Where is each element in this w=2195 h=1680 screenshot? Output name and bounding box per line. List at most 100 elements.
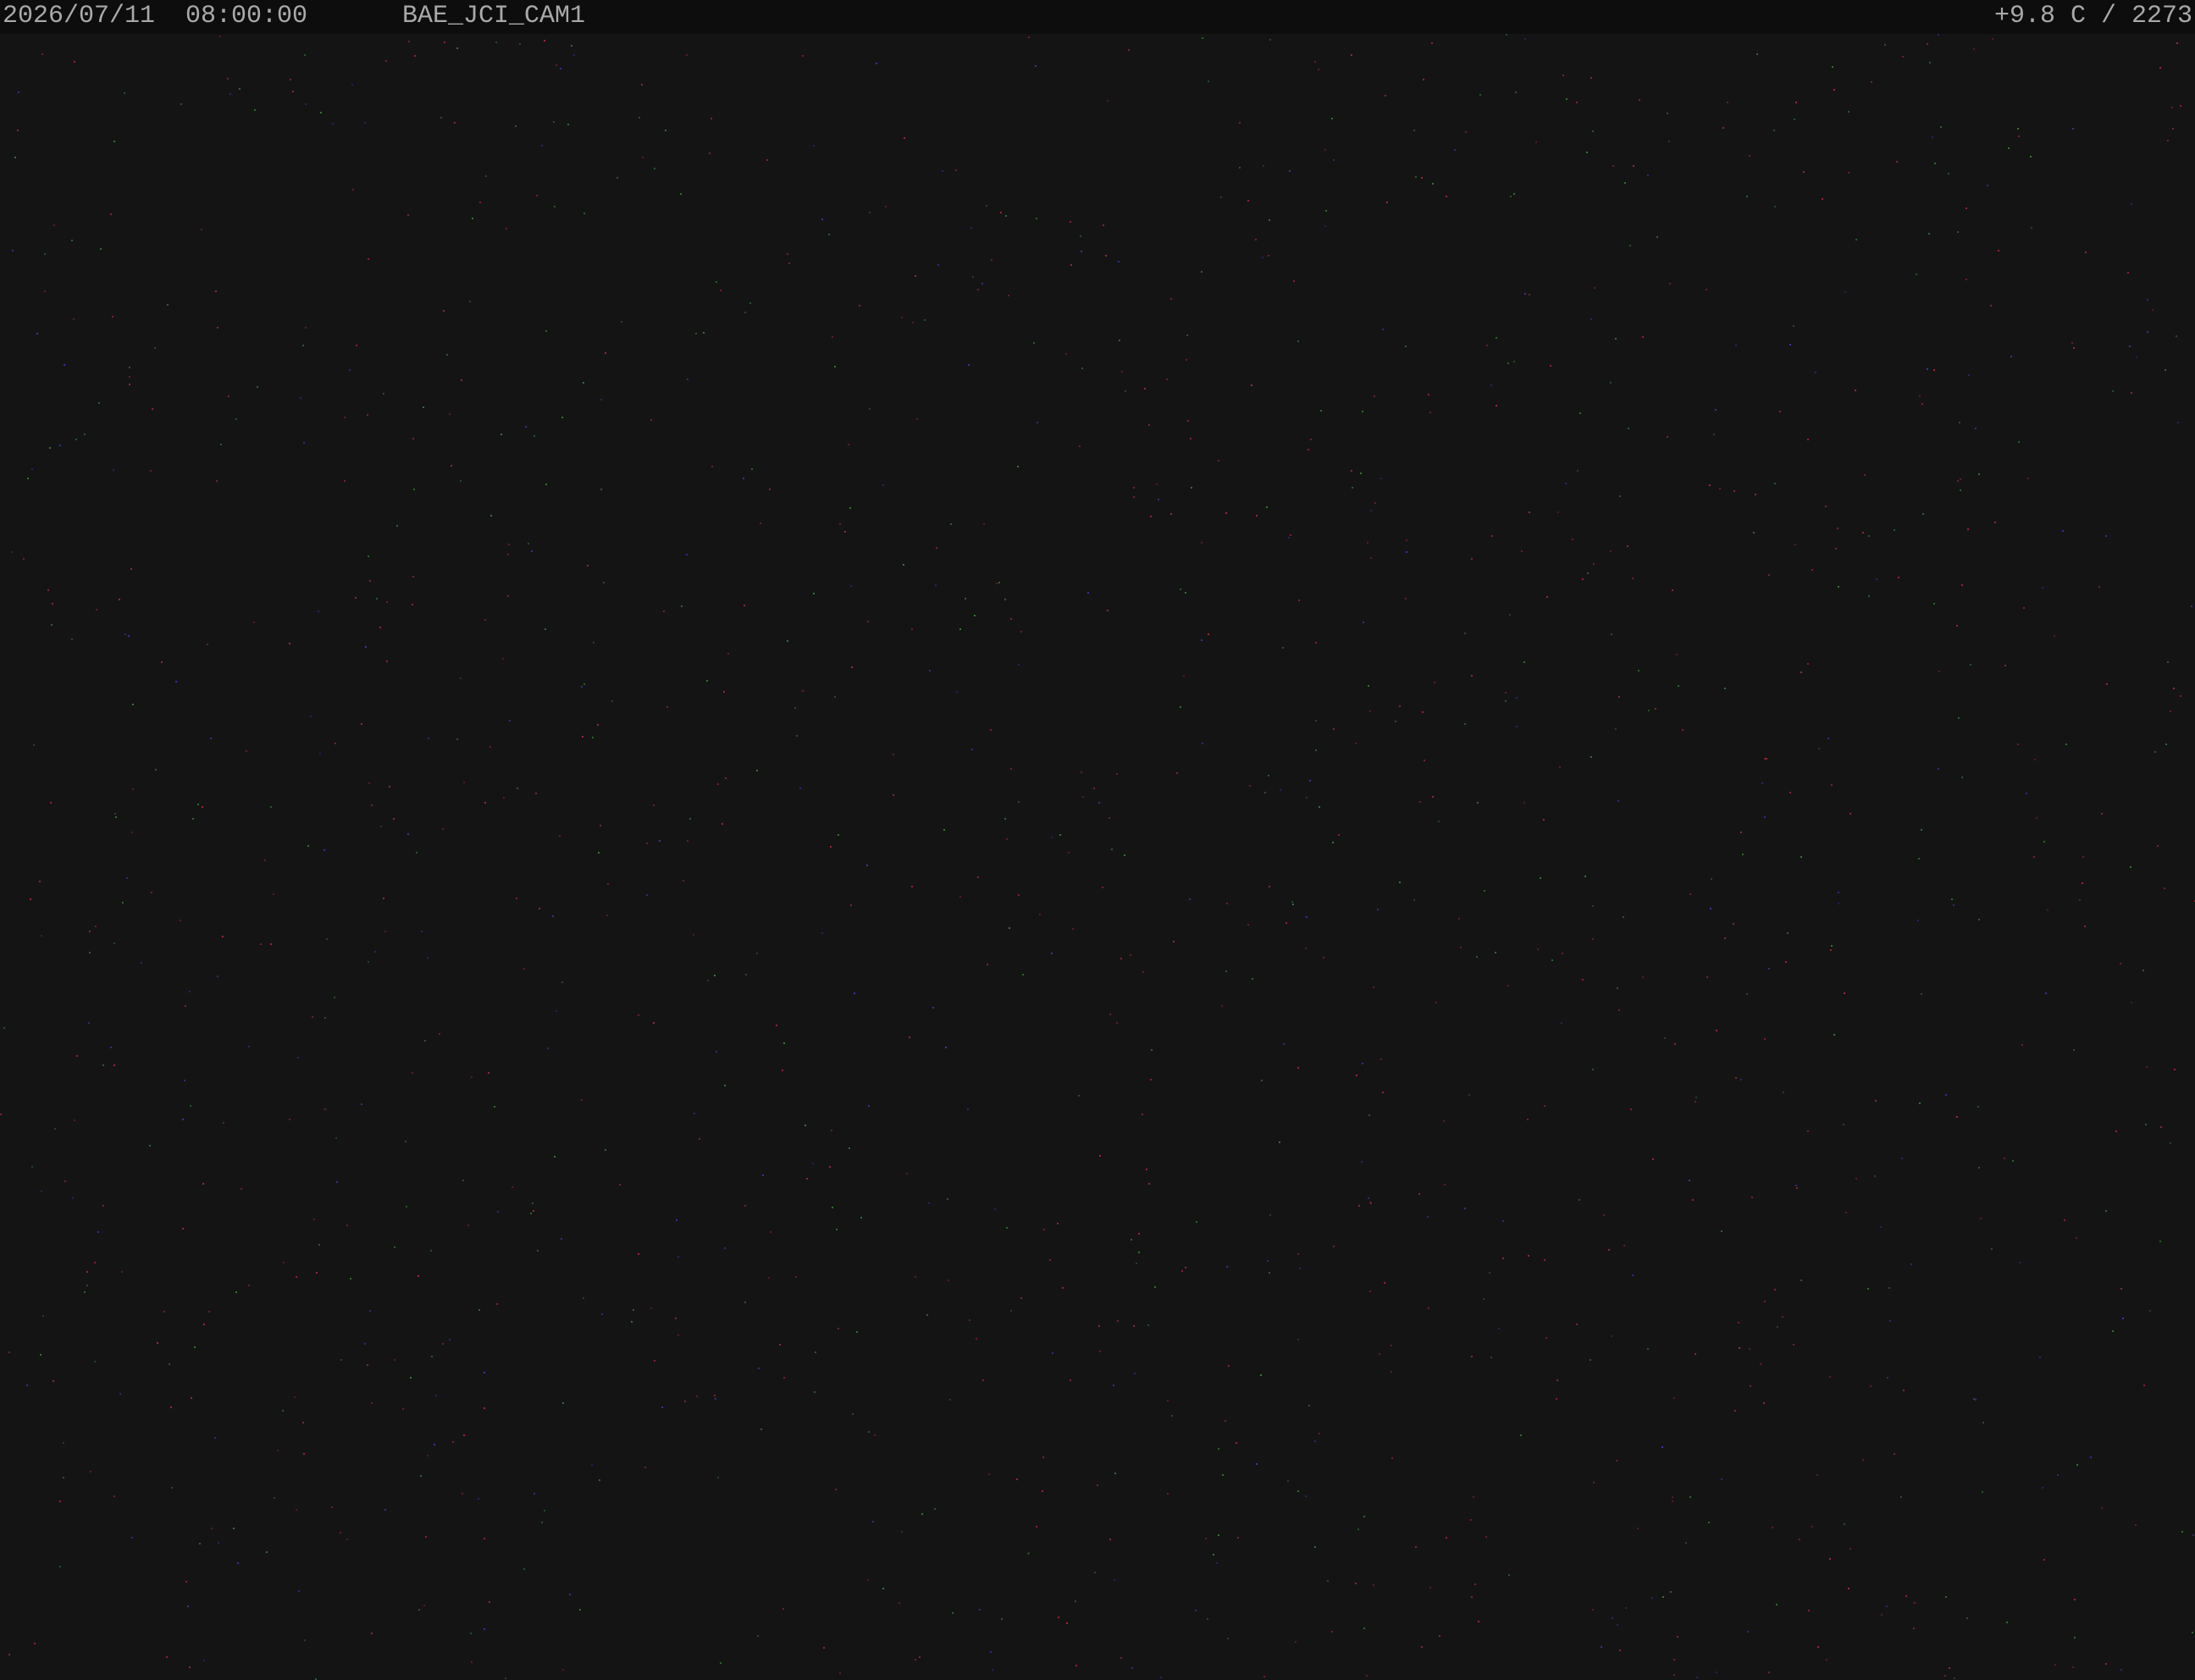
- noise-pixel: [1628, 428, 1629, 429]
- noise-pixel: [180, 920, 181, 921]
- osd-datetime: 2026/07/11 08:00:00: [3, 2, 308, 30]
- noise-pixel: [849, 1147, 850, 1149]
- noise-pixel: [812, 1163, 814, 1164]
- noise-pixel: [346, 1539, 348, 1540]
- noise-pixel: [821, 932, 823, 934]
- sensor-noise-field: [0, 34, 2195, 1680]
- noise-pixel: [385, 60, 387, 62]
- noise-pixel: [86, 1285, 88, 1286]
- noise-pixel: [380, 826, 382, 827]
- noise-pixel: [335, 1137, 337, 1139]
- noise-pixel: [484, 1628, 485, 1630]
- noise-pixel: [850, 585, 852, 587]
- noise-pixel: [1202, 37, 1203, 39]
- noise-pixel: [1098, 802, 1100, 804]
- noise-pixel: [1870, 1385, 1872, 1387]
- noise-pixel: [1927, 368, 1928, 370]
- noise-pixel: [1746, 993, 1748, 995]
- noise-pixel: [695, 333, 697, 334]
- noise-pixel: [1239, 167, 1241, 169]
- noise-pixel: [639, 117, 640, 119]
- noise-pixel: [113, 942, 115, 944]
- noise-pixel: [1439, 1635, 1440, 1637]
- noise-pixel: [40, 1354, 41, 1356]
- noise-pixel: [53, 1380, 54, 1382]
- noise-pixel: [1546, 596, 1548, 598]
- noise-pixel: [2101, 1507, 2103, 1509]
- noise-pixel: [1593, 563, 1595, 565]
- noise-pixel: [1373, 1584, 1374, 1586]
- noise-pixel: [1803, 171, 1805, 173]
- noise-pixel: [683, 880, 684, 881]
- noise-pixel: [1369, 1202, 1371, 1203]
- noise-pixel: [1529, 511, 1530, 513]
- noise-pixel: [1010, 768, 1012, 770]
- noise-pixel: [1764, 816, 1766, 818]
- noise-pixel: [744, 605, 745, 606]
- osd-overlay-bar: 2026/07/11 08:00:00 BAE_JCI_CAM1 +9.8 C …: [0, 0, 2195, 34]
- noise-pixel: [1938, 34, 1939, 36]
- noise-pixel: [1269, 1272, 1270, 1274]
- noise-pixel: [1695, 1101, 1696, 1102]
- noise-pixel: [1608, 1249, 1610, 1251]
- noise-pixel: [1282, 647, 1284, 649]
- noise-pixel: [724, 1085, 726, 1086]
- noise-pixel: [1464, 723, 1466, 725]
- noise-pixel: [1171, 1415, 1173, 1417]
- noise-pixel: [544, 40, 545, 41]
- noise-pixel: [717, 783, 719, 785]
- noise-pixel: [2173, 688, 2175, 689]
- noise-pixel: [1593, 1482, 1595, 1484]
- noise-pixel: [379, 627, 381, 628]
- noise-pixel: [260, 943, 262, 945]
- noise-pixel: [1495, 952, 1496, 953]
- noise-pixel: [1616, 1460, 1617, 1462]
- noise-pixel: [646, 843, 648, 844]
- noise-pixel: [531, 550, 533, 552]
- noise-pixel: [974, 615, 976, 616]
- noise-pixel: [1324, 149, 1326, 151]
- noise-pixel: [270, 806, 272, 808]
- noise-pixel: [368, 258, 369, 260]
- noise-pixel: [1181, 1270, 1183, 1272]
- noise-pixel: [190, 1105, 191, 1107]
- noise-pixel: [611, 700, 613, 702]
- noise-pixel: [1807, 439, 1809, 440]
- noise-pixel: [720, 1662, 722, 1664]
- noise-pixel: [1565, 483, 1567, 484]
- noise-pixel: [1405, 598, 1407, 600]
- noise-pixel: [1310, 439, 1312, 440]
- noise-pixel: [1811, 569, 1813, 571]
- noise-pixel: [303, 442, 305, 444]
- noise-pixel: [27, 478, 29, 479]
- noise-pixel: [1956, 625, 1958, 627]
- noise-pixel: [1830, 949, 1832, 951]
- noise-pixel: [1617, 987, 1618, 989]
- noise-pixel: [84, 1291, 86, 1293]
- noise-pixel: [893, 754, 894, 755]
- noise-pixel: [1795, 102, 1797, 103]
- noise-pixel: [1370, 1202, 1372, 1204]
- noise-pixel: [782, 1608, 784, 1610]
- noise-pixel: [1093, 788, 1095, 789]
- noise-pixel: [1887, 1377, 1888, 1379]
- noise-pixel: [192, 818, 194, 820]
- noise-pixel: [368, 961, 369, 963]
- noise-pixel: [489, 1601, 490, 1603]
- noise-pixel: [1862, 1459, 1864, 1461]
- noise-pixel: [804, 1125, 806, 1126]
- noise-pixel: [2033, 856, 2035, 858]
- noise-pixel: [915, 275, 916, 277]
- noise-pixel: [1036, 218, 1037, 219]
- noise-pixel: [47, 589, 49, 591]
- noise-pixel: [509, 720, 511, 721]
- noise-pixel: [1807, 1130, 1809, 1132]
- noise-pixel: [1715, 409, 1717, 411]
- noise-pixel: [1831, 784, 1833, 786]
- noise-pixel: [1777, 1326, 1778, 1328]
- noise-pixel: [1973, 48, 1975, 50]
- noise-pixel: [909, 1036, 910, 1038]
- noise-pixel: [1590, 77, 1592, 79]
- noise-pixel: [423, 406, 424, 408]
- noise-pixel: [386, 601, 388, 603]
